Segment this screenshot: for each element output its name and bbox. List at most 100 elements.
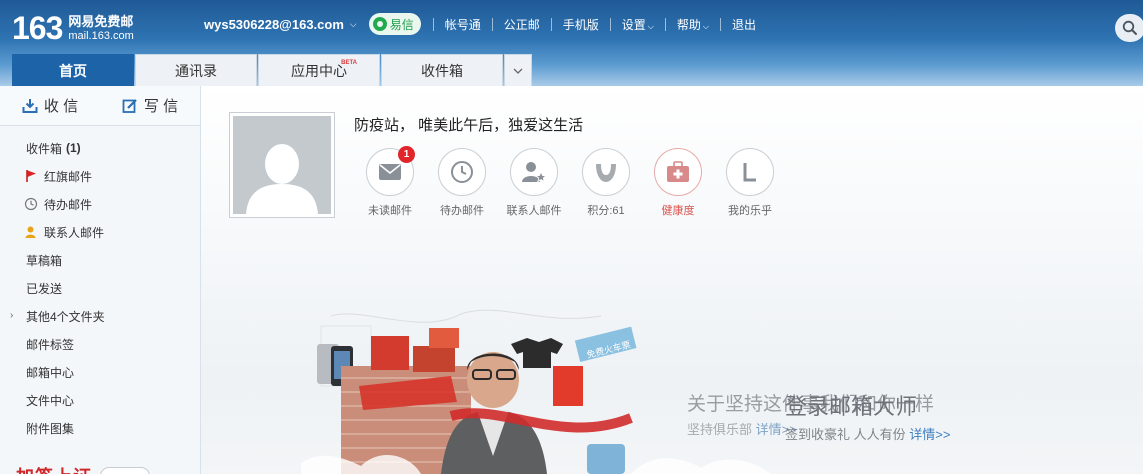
folder-label: 邮件标签 [26, 337, 75, 352]
quick-label: 待办邮件 [440, 205, 484, 217]
main-tabs: 首页 通讯录 应用中心 BETA 收件箱 [12, 54, 532, 86]
clock-icon [24, 197, 38, 211]
yixin-label: 易信 [389, 17, 414, 32]
attachment-gallery[interactable]: 附件图集 [0, 414, 200, 442]
promo-pill-button[interactable] [100, 467, 150, 474]
tabs-more-button[interactable] [504, 54, 532, 86]
folder-tags[interactable]: 邮件标签 [0, 330, 200, 358]
mail-icon [379, 164, 401, 180]
tab-contacts[interactable]: 通讯录 [135, 54, 257, 86]
nav-link-logout[interactable]: 退出 [732, 16, 756, 33]
top-nav: wys5306228@163.com ⌵ 易信 帐号通 公正邮 手机版 设置 ⌵ … [204, 12, 756, 36]
tab-inbox[interactable]: 收件箱 [381, 54, 503, 86]
receive-label: 收 信 [43, 98, 79, 115]
quick-lofter[interactable]: 我的乐乎 [714, 148, 786, 218]
top-header: 163 网易免费邮 mail.163.com wys5306228@163.co… [0, 0, 1143, 86]
logo-domain: mail.163.com [68, 29, 134, 42]
folder-label: 邮箱中心 [26, 365, 75, 380]
compose-button[interactable]: 写 信 [100, 86, 200, 125]
folder-other[interactable]: › 其他4个文件夹 [0, 302, 200, 330]
folder-todo[interactable]: 待办邮件 [0, 190, 200, 218]
divider [609, 17, 611, 31]
divider [664, 17, 666, 31]
folder-flagged[interactable]: 红旗邮件 [0, 162, 200, 190]
health-kit-icon [667, 161, 689, 182]
chevron-down-icon [513, 68, 523, 74]
folder-label: 其他4个文件夹 [26, 309, 105, 324]
contact-star-icon [522, 162, 547, 183]
banner-sub-faded: 坚持俱乐部 详情>> [687, 422, 797, 437]
chevron-down-icon: ⌵ [702, 21, 709, 31]
folder-label: 收件箱 [26, 141, 63, 156]
mailbox-center[interactable]: 邮箱中心 [0, 358, 200, 386]
file-center[interactable]: 文件中心 [0, 386, 200, 414]
inbox-download-icon [22, 98, 38, 113]
lofter-icon [743, 163, 756, 182]
sidebar-actions: 收 信 写 信 [0, 86, 200, 126]
quick-stats: 1 未读邮件 待办邮件 联系人邮件 积分:61 健康度 我的乐乎 [354, 146, 786, 218]
folder-sent[interactable]: 已发送 [0, 274, 200, 302]
folder-contacts-mail[interactable]: 联系人邮件 [0, 218, 200, 246]
folder-label: 已发送 [26, 281, 63, 296]
nav-link-fair-mail[interactable]: 公正邮 [504, 16, 540, 33]
divider [432, 17, 434, 31]
quick-contact-mail[interactable]: 联系人邮件 [498, 148, 570, 218]
unread-badge: 1 [398, 146, 415, 163]
quick-label: 健康度 [661, 205, 695, 217]
user-email[interactable]: wys5306228@163.com [204, 17, 344, 32]
points-icon [596, 164, 616, 182]
logo[interactable]: 163 网易免费邮 mail.163.com [12, 10, 134, 47]
quick-unread[interactable]: 1 未读邮件 [354, 146, 426, 218]
user-silhouette-icon [246, 144, 318, 214]
promo-text: 加签上证 [16, 463, 92, 474]
divider [719, 17, 721, 31]
search-icon [1122, 20, 1137, 35]
yixin-button[interactable]: 易信 [368, 13, 421, 35]
avatar[interactable] [229, 112, 335, 218]
sidebar-promo[interactable]: 加签上证 [16, 463, 150, 474]
divider [550, 17, 552, 31]
folder-label: 联系人邮件 [44, 225, 105, 240]
folder-label: 文件中心 [26, 393, 75, 408]
logo-title: 网易免费邮 [68, 13, 134, 29]
folder-label: 待办邮件 [44, 197, 93, 212]
compose-label: 写 信 [143, 98, 179, 115]
quick-label: 积分:61 [587, 205, 625, 217]
sidebar: 收 信 写 信 收件箱 (1) 红旗邮件 待办邮件 联系人邮件 草稿箱 已发送 … [0, 86, 201, 474]
tab-home[interactable]: 首页 [12, 54, 134, 86]
nav-link-mobile[interactable]: 手机版 [563, 16, 599, 33]
nav-link-settings[interactable]: 设置 ⌵ [622, 16, 654, 33]
quick-label: 我的乐乎 [728, 205, 772, 217]
beta-badge: BETA [341, 60, 357, 66]
folder-drafts[interactable]: 草稿箱 [0, 246, 200, 274]
banner-sub: 签到收豪礼 人人有份 详情>> [785, 427, 951, 442]
chevron-down-icon[interactable]: ⌵ [350, 19, 357, 30]
chevron-down-icon: ⌵ [647, 21, 654, 31]
compose-icon [122, 98, 137, 113]
nav-link-help[interactable]: 帮助 ⌵ [677, 16, 709, 33]
quick-label: 联系人邮件 [506, 205, 562, 217]
folder-inbox[interactable]: 收件箱 (1) [0, 134, 200, 162]
promo-banner[interactable]: 免费火车票 关于坚持这件事我们和你一样 坚持俱乐部 详情>> 登录邮箱大师 签到… [301, 306, 1143, 474]
yixin-icon [372, 17, 387, 31]
divider [491, 17, 493, 31]
nav-link-account[interactable]: 帐号通 [445, 16, 481, 33]
banner-detail-link[interactable]: 详情>> [909, 427, 950, 442]
quick-todo[interactable]: 待办邮件 [426, 148, 498, 218]
clock-icon [451, 161, 473, 183]
search-button[interactable] [1115, 14, 1143, 42]
quick-label: 未读邮件 [368, 205, 412, 217]
folder-label: 草稿箱 [26, 253, 63, 268]
unread-count: (1) [66, 141, 81, 155]
quick-points[interactable]: 积分:61 [570, 148, 642, 218]
chevron-right-icon[interactable]: › [10, 310, 13, 321]
tab-app-center[interactable]: 应用中心 BETA [258, 54, 380, 86]
folder-label: 红旗邮件 [44, 169, 93, 184]
quick-health[interactable]: 健康度 [642, 148, 714, 218]
logo-number: 163 [12, 10, 63, 46]
flag-icon [26, 170, 36, 182]
contact-icon [25, 226, 36, 238]
banner-slogan: 登录邮箱大师 [785, 394, 918, 419]
receive-button[interactable]: 收 信 [0, 86, 100, 125]
user-motto: 防疫站， 唯美此午后，独爱这生活 [354, 117, 584, 134]
